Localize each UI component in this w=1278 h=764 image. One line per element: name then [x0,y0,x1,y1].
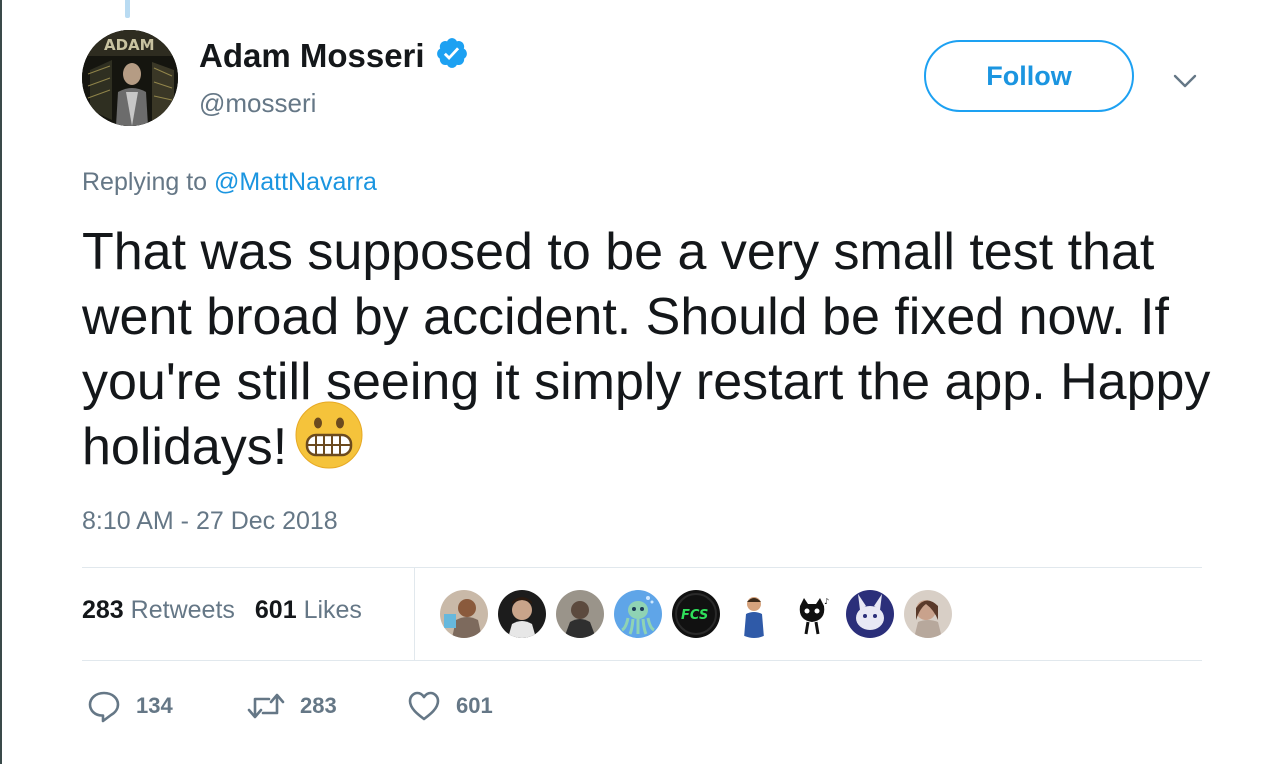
tweet-actions: 134 283 601 [86,688,566,724]
author-name[interactable]: Adam Mosseri [199,37,425,75]
svg-text:ADAM: ADAM [104,36,155,54]
thread-connector-line [125,0,130,18]
author-handle[interactable]: @mosseri [199,88,316,119]
retweets-stat[interactable]: 283 Retweets [82,596,235,625]
likes-stat[interactable]: 601 Likes [255,596,362,625]
author-name-row[interactable]: Adam Mosseri [199,36,469,75]
retweet-count: 283 [300,693,337,718]
more-options-chevron-down-icon[interactable] [1170,66,1200,96]
liker-avatar[interactable] [556,590,604,638]
tweet-timestamp[interactable]: 8:10 AM - 27 Dec 2018 [82,507,338,536]
verified-badge-icon [435,36,469,75]
liker-avatar[interactable] [614,590,662,638]
replying-to-line: Replying to @MattNavarra [82,168,377,197]
author-avatar[interactable]: ADAM [82,30,178,126]
reply-icon [86,688,122,724]
likers-avatar-list: FCS ♪ [440,590,952,638]
like-action[interactable]: 601 [406,688,566,724]
retweet-action[interactable]: 283 [246,688,406,724]
liker-avatar[interactable]: FCS [672,590,720,638]
avatar-image: ADAM [82,30,178,126]
likes-count: 601 [254,596,297,624]
heart-icon [406,688,442,724]
retweets-count: 283 [82,596,124,624]
reply-target-link[interactable]: @MattNavarra [214,168,377,196]
retweet-icon [246,688,286,724]
liker-avatar[interactable] [904,590,952,638]
reply-action[interactable]: 134 [86,688,246,724]
tweet-stats: 283 Retweets 601 Likes [82,596,362,625]
liker-avatar[interactable]: ♪ [788,590,836,638]
stats-vertical-divider [414,568,415,661]
replying-to-label: Replying to [82,168,208,196]
tweet-text: That was supposed to be a very small tes… [82,220,1222,485]
liker-avatar[interactable] [440,590,488,638]
likes-label: Likes [303,596,362,624]
reply-count: 134 [136,693,173,718]
liker-avatar[interactable] [498,590,546,638]
svg-text:FCS: FCS [681,608,708,623]
window-left-edge [0,0,2,764]
stats-top-divider [82,567,1202,568]
grimacing-face-emoji-icon [295,401,363,485]
tweet-body-text: That was supposed to be a very small tes… [82,223,1211,476]
svg-text:♪: ♪ [824,597,829,606]
retweets-label: Retweets [130,596,235,624]
like-count: 601 [456,693,493,718]
liker-avatar[interactable] [846,590,894,638]
follow-button[interactable]: Follow [924,40,1134,112]
liker-avatar[interactable] [730,590,778,638]
stats-bottom-divider [82,660,1202,661]
